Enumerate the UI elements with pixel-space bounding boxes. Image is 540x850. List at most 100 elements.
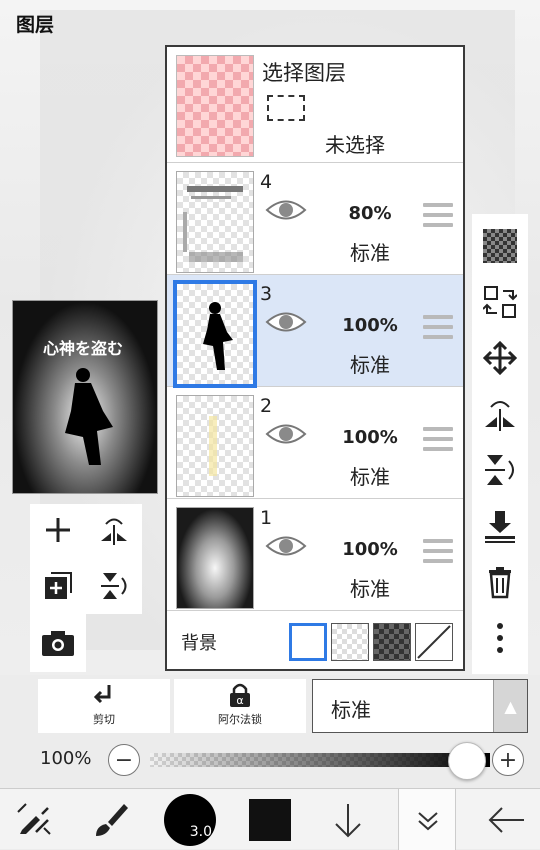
background-none-swatch[interactable]: [415, 623, 453, 661]
scroll-down-button[interactable]: [320, 789, 376, 850]
layer-4-content: [183, 186, 243, 262]
color-picker-button[interactable]: [242, 789, 298, 850]
brush-tool-button[interactable]: [82, 789, 138, 850]
layer-row[interactable]: 4 80% 标准: [167, 163, 463, 275]
clipping-label: 剪切: [93, 713, 115, 726]
slash-icon: [417, 625, 451, 659]
visibility-eye-icon[interactable]: [265, 421, 307, 447]
layer-blend-mode: 标准: [350, 353, 390, 377]
plus-icon: [46, 518, 70, 542]
back-button[interactable]: [476, 789, 536, 850]
flip-vertical-icon: [485, 455, 514, 485]
blend-mode-select[interactable]: 标准 ▲: [312, 679, 528, 733]
background-row: 背景: [167, 613, 463, 669]
layer-number: 2: [260, 395, 273, 417]
layer-number: 3: [260, 283, 273, 305]
layer-actions-panel: [30, 504, 142, 614]
selection-layer-title: 选择图层: [262, 61, 346, 85]
transparency-checker-button[interactable]: [480, 226, 520, 266]
add-image-layer-button[interactable]: [38, 566, 78, 606]
more-options-button[interactable]: [480, 618, 520, 658]
drag-handle-icon[interactable]: [423, 427, 453, 451]
layer-row[interactable]: 1 100% 标准: [167, 499, 463, 611]
opacity-slider-track[interactable]: [150, 753, 490, 767]
layer-panel: 选择图层 未选择 4 80% 标准 3 100% 标准 2 100% 标准 1 …: [165, 45, 465, 671]
canvas-preview: 心神を盗む: [12, 300, 158, 494]
drag-handle-icon[interactable]: [423, 539, 453, 563]
checker-icon: [483, 229, 517, 263]
alpha-lock-button[interactable]: α 阿尔法锁: [174, 679, 306, 733]
layer-opacity: 100%: [342, 315, 398, 336]
lock-alpha-icon: α: [230, 683, 250, 707]
move-button[interactable]: [480, 338, 520, 378]
move-arrows-icon: [483, 341, 517, 375]
flip-vertical-small-button[interactable]: [94, 566, 134, 606]
background-light-checker-swatch[interactable]: [331, 623, 369, 661]
opacity-decrease-button[interactable]: −: [108, 744, 140, 776]
transform-tool-icon: [17, 802, 51, 835]
opacity-value: 100%: [40, 748, 92, 769]
figure-silhouette: [203, 302, 233, 370]
background-white-swatch[interactable]: [289, 623, 327, 661]
flip-horizontal-small-button[interactable]: [94, 510, 134, 550]
layer-blend-mode: 标准: [350, 241, 390, 265]
page-title: 图层: [16, 14, 55, 36]
layer-thumbnail: [176, 507, 254, 609]
current-color-swatch: [249, 798, 291, 841]
flip-horizontal-icon: [485, 401, 515, 431]
blend-controls: 剪切 α 阿尔法锁 标准 ▲: [38, 679, 528, 733]
collapse-menu-button[interactable]: [398, 789, 456, 850]
merge-down-icon: [485, 511, 515, 543]
opacity-slider-thumb[interactable]: [448, 742, 486, 780]
drag-handle-icon[interactable]: [423, 315, 453, 339]
svg-text:α: α: [236, 694, 243, 707]
background-dark-checker-swatch[interactable]: [373, 623, 411, 661]
blend-mode-value: 标准: [331, 698, 371, 722]
arrow-down-icon: [335, 803, 361, 837]
swap-layers-icon: [483, 286, 517, 318]
layer-row[interactable]: 2 100% 标准: [167, 387, 463, 499]
add-square-icon: [45, 572, 72, 599]
brush-size-button[interactable]: 3.0: [162, 789, 218, 850]
layer-thumbnail: [176, 171, 254, 273]
layer-number: 4: [260, 171, 273, 193]
opacity-slider-row: 100% − +: [0, 740, 540, 780]
selection-marquee-icon: [267, 95, 305, 121]
clipping-button[interactable]: 剪切: [38, 679, 170, 733]
layer-blend-mode: 标准: [350, 577, 390, 601]
layer-blend-mode: 标准: [350, 465, 390, 489]
layer-2-content: [209, 416, 217, 476]
brush-size-value: 3.0: [189, 823, 212, 840]
brush-icon: [96, 803, 128, 836]
flip-horizontal-button[interactable]: [480, 394, 520, 434]
layer-convert-button[interactable]: [480, 282, 520, 322]
layer-row[interactable]: 3 100% 标准: [167, 275, 463, 388]
add-layer-button[interactable]: [38, 510, 78, 550]
opacity-increase-button[interactable]: +: [492, 744, 524, 776]
dropdown-arrow-icon[interactable]: ▲: [493, 680, 527, 732]
drag-handle-icon[interactable]: [423, 203, 453, 227]
camera-icon: [42, 631, 74, 656]
visibility-eye-icon[interactable]: [265, 197, 307, 223]
layer-thumbnail: [173, 280, 257, 388]
flip-horizontal-icon: [101, 518, 127, 545]
merge-down-button[interactable]: [480, 506, 520, 546]
layer-number: 1: [260, 507, 273, 529]
selection-layer-row[interactable]: 选择图层 未选择: [167, 47, 463, 163]
delete-layer-button[interactable]: [480, 562, 520, 602]
clip-arrow-icon: [93, 685, 111, 704]
trash-icon: [489, 567, 511, 599]
background-label: 背景: [181, 633, 217, 654]
alpha-lock-label: 阿尔法锁: [218, 713, 262, 726]
flip-vertical-button[interactable]: [480, 450, 520, 490]
arrow-left-icon: [488, 806, 524, 833]
brush-size-indicator: 3.0: [164, 793, 216, 846]
camera-button[interactable]: [30, 614, 86, 672]
layer-opacity: 100%: [342, 539, 398, 560]
visibility-eye-icon[interactable]: [265, 533, 307, 559]
bottom-toolbar: 3.0: [0, 788, 540, 850]
preview-figure: [65, 368, 113, 465]
visibility-eye-icon[interactable]: [265, 309, 307, 335]
double-chevron-down-icon: [418, 812, 438, 831]
tool-switch-button[interactable]: [6, 789, 62, 850]
